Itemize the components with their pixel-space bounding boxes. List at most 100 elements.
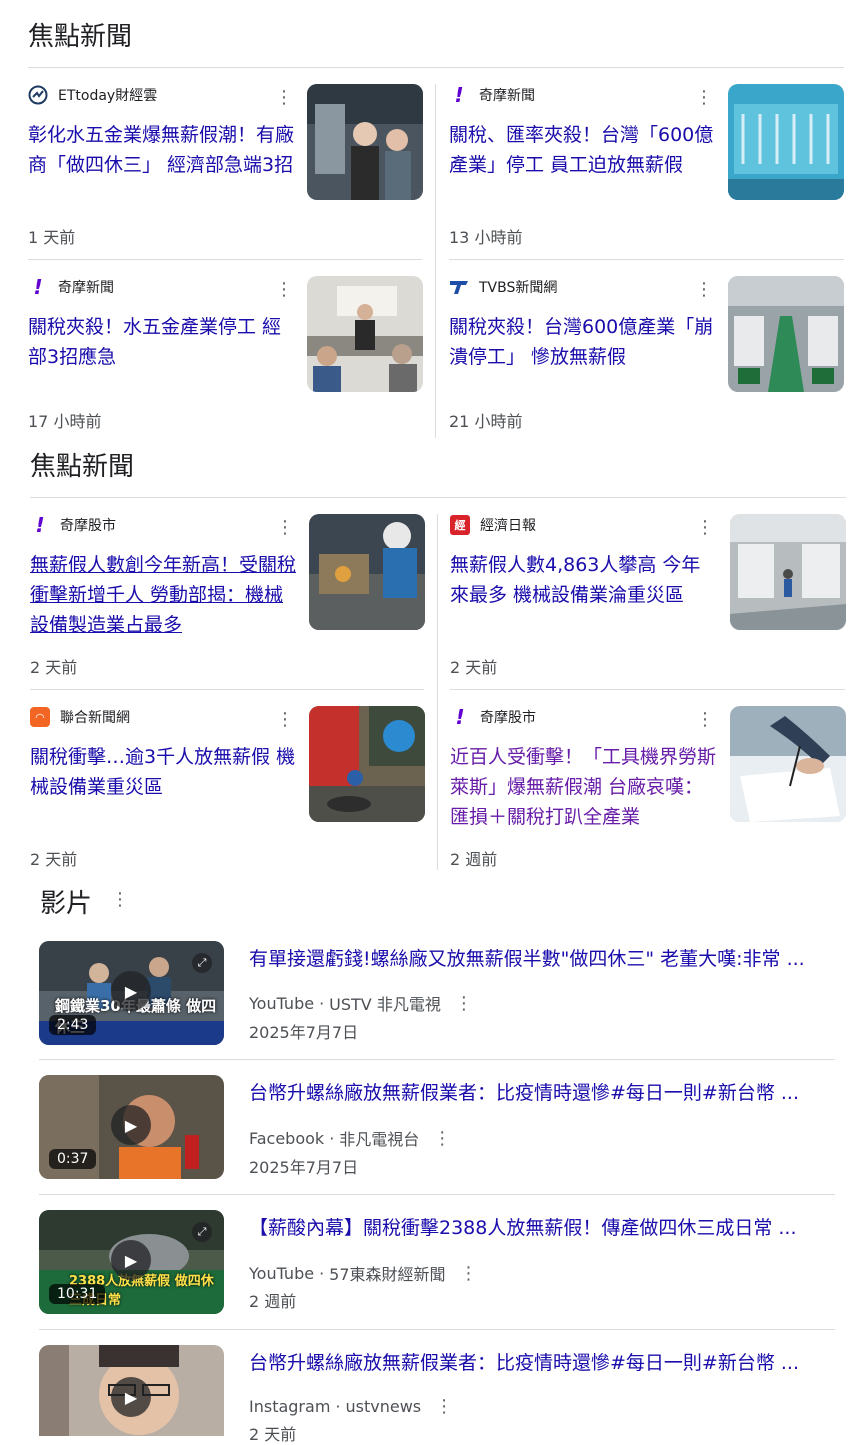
divider (449, 259, 844, 260)
news-time: 2 天前 (450, 658, 498, 677)
video-channel: 57東森財經新聞 (329, 1265, 446, 1284)
video-title[interactable]: 有單接還虧錢!螺絲廠又放無薪假半數"做四休三" 老董大嘆:非常 ... (249, 944, 829, 971)
divider (28, 259, 422, 260)
more-vert-icon[interactable]: ⋮ (695, 518, 715, 538)
divider (450, 689, 845, 690)
news-card[interactable]: ! 奇摩股市 ⋮ 無薪假人數創今年新高！受關稅衝擊新增千人 勞動部揭：機械設備製… (30, 513, 425, 684)
news-source: ! 奇摩新聞 (449, 83, 535, 107)
expand-icon[interactable]: ⤢ (192, 953, 212, 973)
news-card[interactable]: ! 奇摩股市 ⋮ 近百人受衝擊！「工具機界勞斯萊斯」爆無薪假潮 台廠哀嘆：匯損＋… (450, 705, 846, 869)
video-platform: YouTube (249, 1263, 315, 1283)
news-card[interactable]: 經 經濟日報 ⋮ 無薪假人數4,863人攀高 今年來最多 機械設備業淪重災區 2… (450, 514, 846, 684)
news-source-name: 奇摩新聞 (479, 88, 535, 104)
more-vert-icon[interactable]: ⋮ (110, 890, 130, 910)
more-vert-icon[interactable]: ⋮ (433, 1128, 451, 1149)
video-title[interactable]: 台幣升螺絲廠放無薪假業者：比疫情時還慘#每日一則#新台幣 ... (249, 1348, 829, 1375)
video-title[interactable]: 台幣升螺絲廠放無薪假業者：比疫情時還慘#每日一則#新台幣 ... (249, 1078, 829, 1105)
video-date: 2 天前 (249, 1425, 297, 1444)
video-date: 2025年7月7日 (249, 1023, 359, 1042)
news-thumbnail[interactable] (728, 84, 844, 200)
more-vert-icon[interactable]: ⋮ (695, 710, 715, 730)
news-headline[interactable]: 近百人受衝擊！「工具機界勞斯萊斯」爆無薪假潮 台廠哀嘆：匯損＋關稅打趴全產業 (450, 742, 718, 832)
video-date: 2025年7月7日 (249, 1158, 359, 1177)
video-thumbnail[interactable]: ▶ 0:37 (39, 1075, 224, 1179)
video-channel: 非凡電視台 (339, 1130, 420, 1149)
news-source: ETtoday財經雲 (28, 84, 157, 106)
news-thumbnail[interactable] (728, 276, 844, 392)
news-card[interactable]: ◠ 聯合新聞網 ⋮ 關稅衝擊…逾3千人放無薪假 機械設備業重災區 2 天前 (30, 706, 425, 869)
more-vert-icon[interactable]: ⋮ (455, 993, 473, 1014)
news-card[interactable]: ETtoday財經雲 ⋮ 彰化水五金業爆無薪假潮！有廠商「做四休三」 經濟部急端… (28, 84, 423, 254)
yahoo-logo-icon: ! (35, 513, 45, 537)
news-thumbnail[interactable] (309, 706, 425, 822)
more-vert-icon[interactable]: ⋮ (275, 518, 295, 538)
news-source-name: 奇摩新聞 (58, 280, 114, 296)
divider (39, 1329, 835, 1330)
news-headline[interactable]: 關稅衝擊…逾3千人放無薪假 機械設備業重災區 (30, 742, 298, 802)
news-thumbnail[interactable] (730, 514, 846, 630)
video-meta: YouTube · 57東森財經新聞 ⋮ (249, 1261, 478, 1285)
video-thumbnail[interactable]: 2388人放無薪假 做四休三成日常 ▶ 10:31 ⤢ (39, 1210, 224, 1314)
play-icon[interactable]: ▶ (111, 971, 151, 1011)
news-headline[interactable]: 無薪假人數創今年新高！受關稅衝擊新增千人 勞動部揭：機械設備製造業占最多 (30, 550, 298, 640)
play-icon[interactable]: ▶ (111, 1105, 151, 1145)
video-title[interactable]: 【薪酸內幕】關稅衝擊2388人放無薪假！傳產做四休三成日常 ... (249, 1213, 829, 1240)
news-headline[interactable]: 關稅夾殺！台灣600億產業「崩潰停工」 慘放無薪假 (449, 312, 717, 372)
separator-dot: · (319, 993, 325, 1013)
news-thumbnail[interactable] (307, 276, 423, 392)
news-headline[interactable]: 彰化水五金業爆無薪假潮！有廠商「做四休三」 經濟部急端3招 (28, 120, 296, 180)
news-source: ◠ 聯合新聞網 (30, 706, 130, 728)
section-title-videos: 影片 (40, 889, 93, 919)
news-source: ! 奇摩股市 (450, 705, 536, 729)
news-thumbnail[interactable] (307, 84, 423, 200)
news-card[interactable]: TVBS新聞網 ⋮ 關稅夾殺！台灣600億產業「崩潰停工」 慘放無薪假 21 小… (449, 276, 844, 436)
more-vert-icon[interactable]: ⋮ (274, 88, 294, 108)
news-headline[interactable]: 關稅夾殺！水五金產業停工 經部3招應急 (28, 312, 296, 372)
video-platform: Facebook (249, 1128, 325, 1148)
video-thumbnail[interactable]: ▶ (39, 1345, 224, 1436)
news-thumbnail[interactable] (730, 706, 846, 822)
udn-logo-icon: ◠ (30, 707, 50, 727)
divider (30, 689, 424, 690)
separator-dot: · (335, 1397, 341, 1416)
news-headline[interactable]: 關稅、匯率夾殺！台灣「600億產業」停工 員工迫放無薪假 (449, 120, 717, 180)
video-meta: YouTube · USTV 非凡電視 ⋮ (249, 991, 473, 1015)
divider (28, 67, 844, 68)
news-card[interactable]: ! 奇摩新聞 ⋮ 關稅夾殺！水五金產業停工 經部3招應急 17 小時前 (28, 275, 423, 436)
section-title-top-stories-1: 焦點新聞 (28, 22, 133, 52)
video-thumbnail[interactable]: 鋼鐵業30年最蕭條 做四休三 ▶ 2:43 ⤢ (39, 941, 224, 1045)
news-time: 21 小時前 (449, 412, 523, 431)
video-meta: Instagram · ustvnews ⋮ (249, 1396, 453, 1417)
news-time: 2 天前 (30, 658, 78, 677)
play-icon[interactable]: ▶ (111, 1377, 151, 1417)
video-platform: YouTube (249, 993, 315, 1013)
news-source-name: 經濟日報 (480, 518, 536, 534)
video-duration: 10:31 (49, 1284, 106, 1304)
news-source-name: ETtoday財經雲 (58, 88, 158, 104)
edn-logo-icon: 經 (450, 515, 470, 535)
more-vert-icon[interactable]: ⋮ (275, 710, 295, 730)
more-vert-icon[interactable]: ⋮ (694, 88, 714, 108)
news-card[interactable]: ! 奇摩新聞 ⋮ 關稅、匯率夾殺！台灣「600億產業」停工 員工迫放無薪假 13… (449, 83, 844, 254)
expand-icon[interactable]: ⤢ (192, 1222, 212, 1242)
play-icon[interactable]: ▶ (111, 1240, 151, 1280)
news-source: ! 奇摩股市 (30, 513, 116, 537)
news-thumbnail[interactable] (309, 514, 425, 630)
video-platform: Instagram (249, 1397, 331, 1416)
more-vert-icon[interactable]: ⋮ (435, 1396, 453, 1417)
divider (30, 497, 846, 498)
video-channel: ustvnews (345, 1397, 422, 1416)
tvbs-logo-icon (449, 277, 469, 297)
more-vert-icon[interactable]: ⋮ (694, 280, 714, 300)
more-vert-icon[interactable]: ⋮ (274, 280, 294, 300)
news-source-name: 聯合新聞網 (60, 710, 130, 726)
news-headline[interactable]: 無薪假人數4,863人攀高 今年來最多 機械設備業淪重災區 (450, 550, 718, 610)
more-vert-icon[interactable]: ⋮ (460, 1263, 478, 1284)
vertical-divider (437, 514, 438, 870)
separator-dot: · (319, 1263, 325, 1283)
video-meta: Facebook · 非凡電視台 ⋮ (249, 1126, 451, 1150)
separator-dot: · (329, 1128, 335, 1148)
divider (39, 1059, 835, 1060)
news-source: 經 經濟日報 (450, 514, 536, 536)
news-time: 13 小時前 (449, 228, 523, 247)
